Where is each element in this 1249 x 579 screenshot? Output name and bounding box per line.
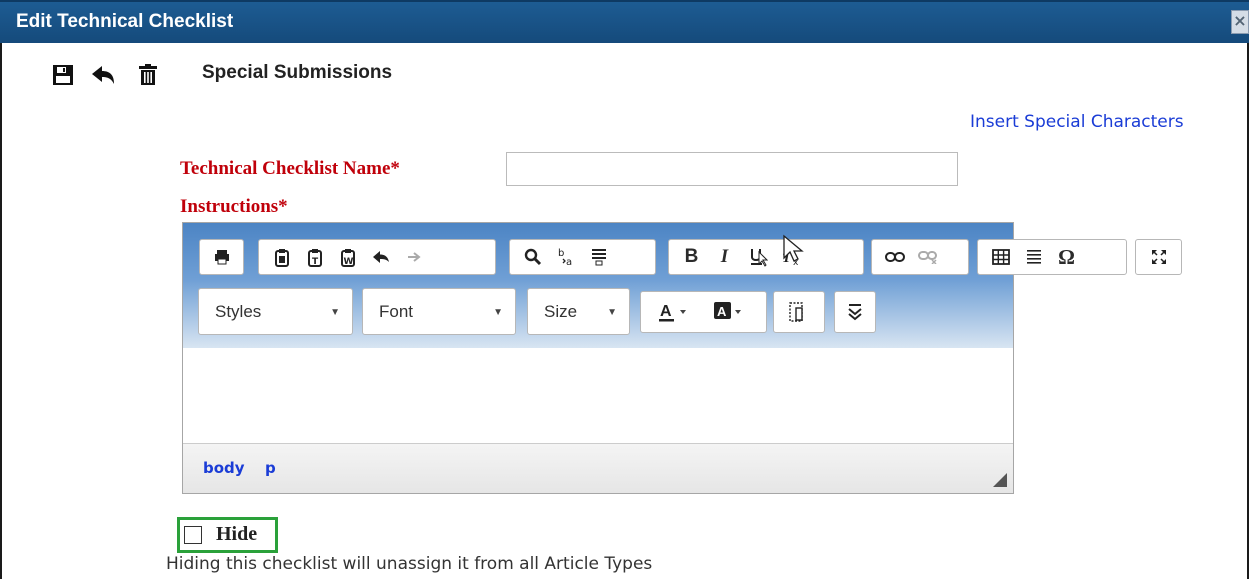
insert-special-characters-link[interactable]: Insert Special Characters xyxy=(970,112,1184,132)
styles-dropdown[interactable]: Styles ▼ xyxy=(198,288,353,335)
back-arrow-icon[interactable] xyxy=(90,64,116,90)
horizontal-line-icon[interactable] xyxy=(1017,242,1050,272)
trash-icon[interactable] xyxy=(138,64,158,90)
toolbar-group-colors: A A xyxy=(640,291,767,333)
toolbar-group-print xyxy=(199,239,244,275)
element-path-body[interactable]: body xyxy=(203,459,245,477)
underline-icon[interactable] xyxy=(741,242,774,272)
save-icon[interactable] xyxy=(52,64,74,90)
replace-icon[interactable]: ba xyxy=(549,242,582,272)
unlink-icon[interactable] xyxy=(911,242,944,272)
dialog-title-bar: Edit Technical Checklist × xyxy=(0,0,1249,43)
checklist-name-input[interactable] xyxy=(506,152,958,186)
editor-status-bar: body p xyxy=(183,443,1013,493)
redo-icon[interactable] xyxy=(397,242,430,272)
toolbar-group-collapse xyxy=(834,291,876,333)
paste-from-word-icon[interactable]: W xyxy=(331,242,364,272)
font-dropdown-label: Font xyxy=(379,301,414,321)
background-color-icon[interactable]: A xyxy=(702,297,757,327)
close-button[interactable]: × xyxy=(1231,10,1249,34)
print-icon[interactable] xyxy=(206,242,237,272)
svg-text:A: A xyxy=(660,303,672,320)
styles-dropdown-label: Styles xyxy=(215,301,262,321)
svg-text:b: b xyxy=(558,248,564,259)
svg-text:a: a xyxy=(566,257,572,267)
italic-icon[interactable]: I xyxy=(708,242,741,272)
find-icon[interactable] xyxy=(516,242,549,272)
maximize-icon[interactable] xyxy=(1142,242,1175,272)
size-dropdown[interactable]: Size ▼ xyxy=(527,288,630,335)
collapse-toolbar-icon[interactable] xyxy=(841,297,869,327)
page-name: Special Submissions xyxy=(202,62,393,83)
special-character-icon[interactable]: Ω xyxy=(1050,242,1083,272)
hide-checkbox[interactable] xyxy=(184,526,202,544)
element-path-p[interactable]: p xyxy=(265,459,276,477)
toolbar-group-div xyxy=(773,291,825,333)
checklist-name-label: Technical Checklist Name* xyxy=(180,158,400,179)
paste-text-icon[interactable]: T xyxy=(298,242,331,272)
link-icon[interactable] xyxy=(878,242,911,272)
font-dropdown[interactable]: Font ▼ xyxy=(362,288,516,335)
undo-icon[interactable] xyxy=(364,242,397,272)
bold-icon[interactable]: B xyxy=(675,242,708,272)
svg-text:T: T xyxy=(312,257,319,267)
chevron-down-icon: ▼ xyxy=(330,307,340,318)
hide-label: Hide xyxy=(216,523,258,545)
toolbar-group-clipboard: T W xyxy=(258,239,496,275)
editor-content-area[interactable] xyxy=(183,348,1013,443)
chevron-down-icon: ▼ xyxy=(607,307,617,318)
toolbar-group-formatting: B I Tx xyxy=(668,239,864,275)
create-div-icon[interactable] xyxy=(780,297,813,327)
size-dropdown-label: Size xyxy=(544,301,578,321)
toolbar-group-maximize xyxy=(1135,239,1182,275)
instructions-label: Instructions* xyxy=(180,196,288,217)
paste-icon[interactable] xyxy=(265,242,298,272)
mouse-cursor-icon xyxy=(783,234,804,262)
toolbar-group-links xyxy=(871,239,969,275)
dialog-title: Edit Technical Checklist xyxy=(16,11,234,32)
svg-text:W: W xyxy=(343,257,353,267)
resize-handle-icon[interactable] xyxy=(993,473,1007,487)
select-all-icon[interactable] xyxy=(582,242,615,272)
text-color-icon[interactable]: A xyxy=(647,297,702,327)
toolbar-group-insert: Ω xyxy=(977,239,1127,275)
svg-text:A: A xyxy=(717,304,727,319)
chevron-down-icon: ▼ xyxy=(493,307,503,318)
hide-note: Hiding this checklist will unassign it f… xyxy=(166,554,653,574)
table-icon[interactable] xyxy=(984,242,1017,272)
toolbar-group-find: ba xyxy=(509,239,656,275)
hide-highlight-box: Hide xyxy=(177,517,278,553)
